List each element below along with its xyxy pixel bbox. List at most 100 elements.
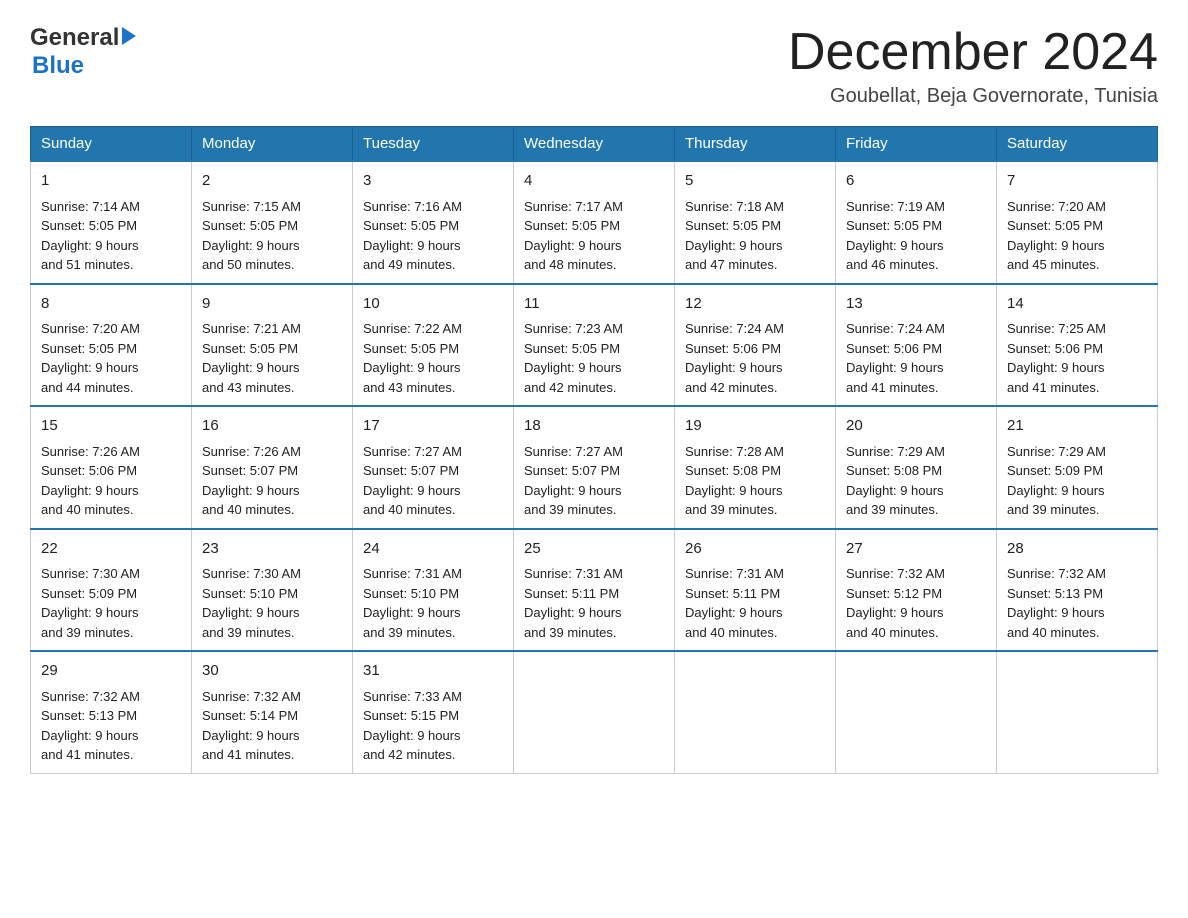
day-number: 9	[202, 293, 342, 316]
day-info: Sunrise: 7:16 AMSunset: 5:05 PMDaylight:…	[363, 199, 462, 273]
day-number: 25	[524, 538, 664, 561]
day-number: 5	[685, 170, 825, 193]
day-number: 15	[41, 415, 181, 438]
day-info: Sunrise: 7:14 AMSunset: 5:05 PMDaylight:…	[41, 199, 140, 273]
day-info: Sunrise: 7:15 AMSunset: 5:05 PMDaylight:…	[202, 199, 301, 273]
calendar-cell	[836, 651, 997, 773]
day-number: 22	[41, 538, 181, 561]
day-number: 28	[1007, 538, 1147, 561]
calendar-week-row: 29 Sunrise: 7:32 AMSunset: 5:13 PMDayligh…	[31, 651, 1158, 773]
day-number: 13	[846, 293, 986, 316]
calendar-cell: 22 Sunrise: 7:30 AMSunset: 5:09 PMDayligh…	[31, 529, 192, 652]
logo-arrow-icon	[122, 27, 136, 45]
day-number: 29	[41, 660, 181, 683]
day-number: 24	[363, 538, 503, 561]
calendar-week-row: 8Sunrise: 7:20 AMSunset: 5:05 PMDaylight…	[31, 284, 1158, 407]
calendar-header-row: SundayMondayTuesdayWednesdayThursdayFrid…	[31, 127, 1158, 162]
day-number: 18	[524, 415, 664, 438]
day-info: Sunrise: 7:31 AMSunset: 5:11 PMDaylight:…	[685, 566, 784, 640]
day-info: Sunrise: 7:32 AMSunset: 5:12 PMDaylight:…	[846, 566, 945, 640]
day-info: Sunrise: 7:23 AMSunset: 5:05 PMDaylight:…	[524, 321, 623, 395]
day-number: 30	[202, 660, 342, 683]
day-header-thursday: Thursday	[675, 127, 836, 162]
calendar-cell: 18 Sunrise: 7:27 AMSunset: 5:07 PMDayligh…	[514, 406, 675, 529]
day-number: 10	[363, 293, 503, 316]
logo-blue-text: Blue	[32, 52, 84, 79]
day-number: 6	[846, 170, 986, 193]
calendar-cell	[675, 651, 836, 773]
logo: General Blue	[30, 24, 136, 80]
calendar-cell: 3Sunrise: 7:16 AMSunset: 5:05 PMDaylight…	[353, 161, 514, 284]
day-number: 11	[524, 293, 664, 316]
day-info: Sunrise: 7:26 AMSunset: 5:07 PMDaylight:…	[202, 444, 301, 518]
calendar-cell: 29 Sunrise: 7:32 AMSunset: 5:13 PMDayligh…	[31, 651, 192, 773]
calendar-cell: 13 Sunrise: 7:24 AMSunset: 5:06 PMDayligh…	[836, 284, 997, 407]
day-info: Sunrise: 7:33 AMSunset: 5:15 PMDaylight:…	[363, 689, 462, 763]
calendar-cell: 16 Sunrise: 7:26 AMSunset: 5:07 PMDayligh…	[192, 406, 353, 529]
day-info: Sunrise: 7:17 AMSunset: 5:05 PMDaylight:…	[524, 199, 623, 273]
calendar-table: SundayMondayTuesdayWednesdayThursdayFrid…	[30, 126, 1158, 774]
day-info: Sunrise: 7:29 AMSunset: 5:09 PMDaylight:…	[1007, 444, 1106, 518]
day-header-wednesday: Wednesday	[514, 127, 675, 162]
day-info: Sunrise: 7:31 AMSunset: 5:11 PMDaylight:…	[524, 566, 623, 640]
calendar-cell: 24Sunrise: 7:31 AMSunset: 5:10 PMDayligh…	[353, 529, 514, 652]
calendar-cell: 14 Sunrise: 7:25 AMSunset: 5:06 PMDayligh…	[997, 284, 1158, 407]
day-header-friday: Friday	[836, 127, 997, 162]
day-info: Sunrise: 7:25 AMSunset: 5:06 PMDaylight:…	[1007, 321, 1106, 395]
day-info: Sunrise: 7:21 AMSunset: 5:05 PMDaylight:…	[202, 321, 301, 395]
day-info: Sunrise: 7:20 AMSunset: 5:05 PMDaylight:…	[1007, 199, 1106, 273]
calendar-cell: 11 Sunrise: 7:23 AMSunset: 5:05 PMDayligh…	[514, 284, 675, 407]
day-number: 14	[1007, 293, 1147, 316]
calendar-cell: 31 Sunrise: 7:33 AMSunset: 5:15 PMDayligh…	[353, 651, 514, 773]
calendar-cell: 20 Sunrise: 7:29 AMSunset: 5:08 PMDayligh…	[836, 406, 997, 529]
calendar-cell: 23 Sunrise: 7:30 AMSunset: 5:10 PMDayligh…	[192, 529, 353, 652]
day-number: 31	[363, 660, 503, 683]
day-info: Sunrise: 7:24 AMSunset: 5:06 PMDaylight:…	[685, 321, 784, 395]
calendar-cell: 1Sunrise: 7:14 AMSunset: 5:05 PMDaylight…	[31, 161, 192, 284]
calendar-cell: 28 Sunrise: 7:32 AMSunset: 5:13 PMDayligh…	[997, 529, 1158, 652]
calendar-cell: 10 Sunrise: 7:22 AMSunset: 5:05 PMDayligh…	[353, 284, 514, 407]
calendar-cell: 15 Sunrise: 7:26 AMSunset: 5:06 PMDayligh…	[31, 406, 192, 529]
day-info: Sunrise: 7:20 AMSunset: 5:05 PMDaylight:…	[41, 321, 140, 395]
day-header-sunday: Sunday	[31, 127, 192, 162]
calendar-cell: 19Sunrise: 7:28 AMSunset: 5:08 PMDayligh…	[675, 406, 836, 529]
day-number: 2	[202, 170, 342, 193]
day-number: 26	[685, 538, 825, 561]
day-info: Sunrise: 7:18 AMSunset: 5:05 PMDaylight:…	[685, 199, 784, 273]
calendar-week-row: 22 Sunrise: 7:30 AMSunset: 5:09 PMDayligh…	[31, 529, 1158, 652]
day-info: Sunrise: 7:24 AMSunset: 5:06 PMDaylight:…	[846, 321, 945, 395]
day-info: Sunrise: 7:32 AMSunset: 5:13 PMDaylight:…	[1007, 566, 1106, 640]
calendar-cell: 17Sunrise: 7:27 AMSunset: 5:07 PMDayligh…	[353, 406, 514, 529]
calendar-cell: 7Sunrise: 7:20 AMSunset: 5:05 PMDaylight…	[997, 161, 1158, 284]
day-info: Sunrise: 7:26 AMSunset: 5:06 PMDaylight:…	[41, 444, 140, 518]
calendar-cell	[514, 651, 675, 773]
day-info: Sunrise: 7:30 AMSunset: 5:10 PMDaylight:…	[202, 566, 301, 640]
day-header-tuesday: Tuesday	[353, 127, 514, 162]
calendar-week-row: 1Sunrise: 7:14 AMSunset: 5:05 PMDaylight…	[31, 161, 1158, 284]
day-number: 21	[1007, 415, 1147, 438]
day-number: 19	[685, 415, 825, 438]
day-info: Sunrise: 7:32 AMSunset: 5:13 PMDaylight:…	[41, 689, 140, 763]
day-number: 20	[846, 415, 986, 438]
location-title: Goubellat, Beja Governorate, Tunisia	[788, 85, 1158, 108]
calendar-cell: 5 Sunrise: 7:18 AMSunset: 5:05 PMDaylight…	[675, 161, 836, 284]
day-number: 12	[685, 293, 825, 316]
title-section: December 2024 Goubellat, Beja Governorat…	[788, 24, 1158, 108]
day-info: Sunrise: 7:30 AMSunset: 5:09 PMDaylight:…	[41, 566, 140, 640]
day-info: Sunrise: 7:27 AMSunset: 5:07 PMDaylight:…	[524, 444, 623, 518]
day-number: 17	[363, 415, 503, 438]
calendar-cell: 6Sunrise: 7:19 AMSunset: 5:05 PMDaylight…	[836, 161, 997, 284]
day-info: Sunrise: 7:29 AMSunset: 5:08 PMDaylight:…	[846, 444, 945, 518]
day-number: 23	[202, 538, 342, 561]
day-number: 16	[202, 415, 342, 438]
calendar-cell: 27 Sunrise: 7:32 AMSunset: 5:12 PMDayligh…	[836, 529, 997, 652]
logo-general-text: General	[30, 24, 119, 52]
day-info: Sunrise: 7:22 AMSunset: 5:05 PMDaylight:…	[363, 321, 462, 395]
calendar-cell: 26 Sunrise: 7:31 AMSunset: 5:11 PMDayligh…	[675, 529, 836, 652]
day-number: 27	[846, 538, 986, 561]
calendar-cell: 21 Sunrise: 7:29 AMSunset: 5:09 PMDayligh…	[997, 406, 1158, 529]
calendar-cell: 25 Sunrise: 7:31 AMSunset: 5:11 PMDayligh…	[514, 529, 675, 652]
calendar-cell: 30Sunrise: 7:32 AMSunset: 5:14 PMDayligh…	[192, 651, 353, 773]
month-title: December 2024	[788, 24, 1158, 81]
calendar-cell: 2 Sunrise: 7:15 AMSunset: 5:05 PMDaylight…	[192, 161, 353, 284]
